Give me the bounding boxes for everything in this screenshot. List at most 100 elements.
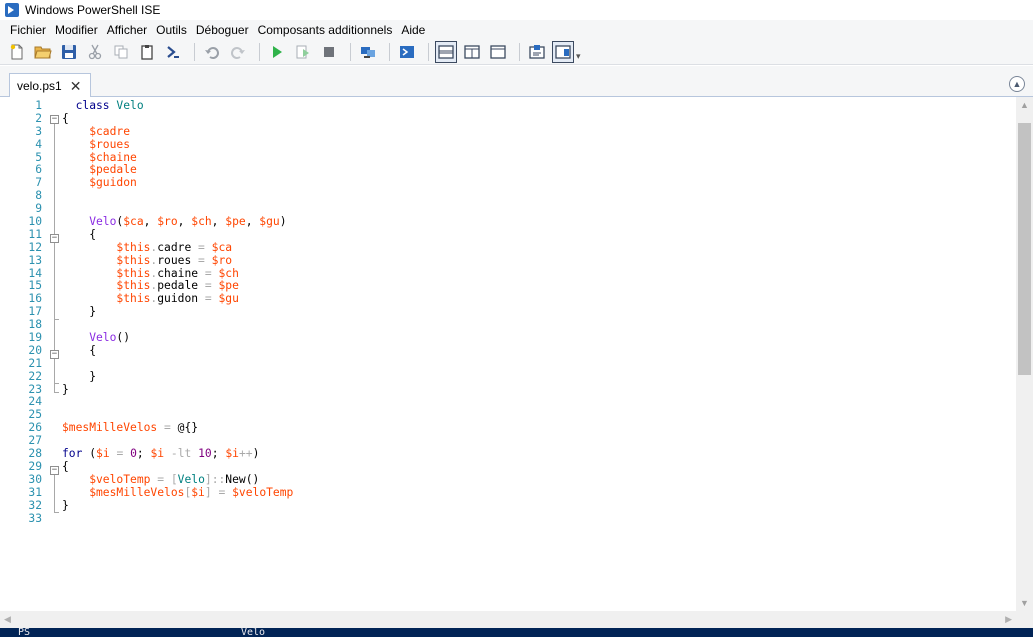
menu-outils[interactable]: Outils [152,23,191,37]
code-line[interactable]: for ($i = 0; $i -lt 10; $i++) [62,447,1017,461]
code-token: { [62,111,69,125]
script-editor[interactable]: 1 2 3 4 5 6 7 8 9 10 11 12 13 14 15 16 17 18 19 20 21 22 23 24 2… [0,97,1033,628]
cut-icon[interactable] [84,41,106,63]
toolbar-separator [389,42,390,61]
toolbar-separator [259,42,260,61]
code-token: class [62,99,117,112]
code-line[interactable]: { [62,111,1017,126]
code-line[interactable] [62,358,1017,371]
code-token: ( [82,447,97,461]
addon-pane-icon[interactable] [552,40,574,63]
code-line[interactable]: } [62,383,1017,397]
code-line[interactable]: $mesMilleVelos = @{} [62,421,1017,435]
code-token: ] [204,485,212,499]
code-line[interactable]: class Velo [62,99,1017,113]
code-line[interactable] [62,409,1017,422]
code-line[interactable]: Velo($ca, $ro, $ch, $pe, $gu) [62,215,1017,229]
line-number: 31 [28,485,42,499]
fold-guide-end [54,392,59,393]
menu-fichier[interactable]: Fichier [6,23,50,37]
scroll-up-icon[interactable]: ▲ [1016,97,1033,113]
code-line[interactable]: $chaine [62,151,1017,165]
collapse-script-pane-icon[interactable]: ▲ [1009,76,1025,92]
code-token: guidon [157,292,205,306]
code-line[interactable]: Velo() [62,331,1017,345]
code-token: , [143,215,158,229]
code-line[interactable]: } [62,370,1017,384]
vertical-scrollbar[interactable]: ▲ ▼ [1016,97,1033,611]
new-file-icon[interactable] [6,41,28,63]
code-line[interactable]: $this.guidon = $gu [62,292,1017,306]
toolbar-overflow-dropdown[interactable]: ▾ [576,51,581,62]
close-icon[interactable]: ✕ [70,79,82,93]
save-icon[interactable] [58,41,80,63]
redo-icon[interactable] [227,41,249,63]
code-token: @{} [170,421,199,435]
remote-session-icon[interactable] [357,41,379,63]
scroll-left-icon[interactable]: ◀ [4,614,11,625]
code-line[interactable]: } [62,305,1017,319]
menu-deboguer[interactable]: Déboguer [192,23,253,37]
code-token: $this [62,279,151,293]
open-folder-icon[interactable] [32,41,54,63]
code-token: = [198,253,205,267]
code-token: Velo [62,215,117,229]
code-line[interactable]: $cadre [62,125,1017,139]
copy-icon[interactable] [110,41,132,63]
code-line[interactable]: $guidon [62,176,1017,190]
run-selection-icon[interactable] [292,41,314,63]
line-number: 19 [28,331,42,345]
fold-toggle-icon[interactable]: − [50,466,59,475]
powershell-prompt-icon[interactable] [162,41,184,63]
fold-toggle-icon[interactable]: − [50,115,59,124]
line-number: 2 [35,111,42,125]
code-token: = [204,279,212,293]
code-token: Velo [177,472,205,486]
menu-afficher[interactable]: Afficher [103,23,151,37]
code-token: ++ [238,447,253,461]
run-icon[interactable] [266,41,288,63]
code-token: $i [191,485,205,499]
powershell-console-icon[interactable] [396,41,418,63]
scroll-thumb[interactable] [1018,123,1031,375]
code-line[interactable]: $roues [62,138,1017,152]
scroll-right-icon[interactable]: ▶ [1005,614,1012,625]
line-number: 4 [35,137,42,151]
horizontal-scrollbar[interactable]: ◀ ▶ [0,611,1016,628]
fold-toggle-icon[interactable]: − [50,234,59,243]
title-bar: Windows PowerShell ISE [0,0,1033,20]
stop-icon[interactable] [318,41,340,63]
toolbar-separator [350,42,351,61]
layout-right-icon[interactable] [461,41,483,63]
code-line[interactable]: $pedale [62,164,1017,177]
code-line[interactable] [62,513,1017,526]
fold-toggle-icon[interactable]: − [50,350,59,359]
menu-composants-additionnels[interactable]: Composants additionnels [254,23,397,37]
toolbar-separator [428,42,429,61]
code-line[interactable] [62,396,1017,409]
menu-aide[interactable]: Aide [397,23,429,37]
tab-velo-ps1[interactable]: velo.ps1 ✕ [9,73,91,97]
scroll-down-icon[interactable]: ▼ [1016,595,1033,611]
code-area[interactable]: class Velo{ $cadre $roues $chaine $pedal… [62,99,1017,526]
code-line[interactable] [62,319,1017,332]
code-line[interactable]: $mesMilleVelos[$i] = $veloTemp [62,485,1017,500]
console-pane[interactable]: PS Velo [0,628,1033,637]
layout-top-icon[interactable] [435,40,457,63]
menu-modifier[interactable]: Modifier [51,23,102,37]
undo-icon[interactable] [201,41,223,63]
line-number: 1 [35,99,42,112]
show-commands-icon[interactable] [526,41,548,63]
line-number: 11 [28,227,42,241]
fold-guide [54,359,55,383]
layout-max-icon[interactable] [487,41,509,63]
code-line[interactable] [62,190,1017,203]
paste-icon[interactable] [136,41,158,63]
code-line[interactable]: { [62,344,1017,358]
code-token: $veloTemp [62,472,151,486]
line-number: 32 [28,498,42,512]
tab-label: velo.ps1 [17,78,62,93]
code-line[interactable]: } [62,499,1017,513]
